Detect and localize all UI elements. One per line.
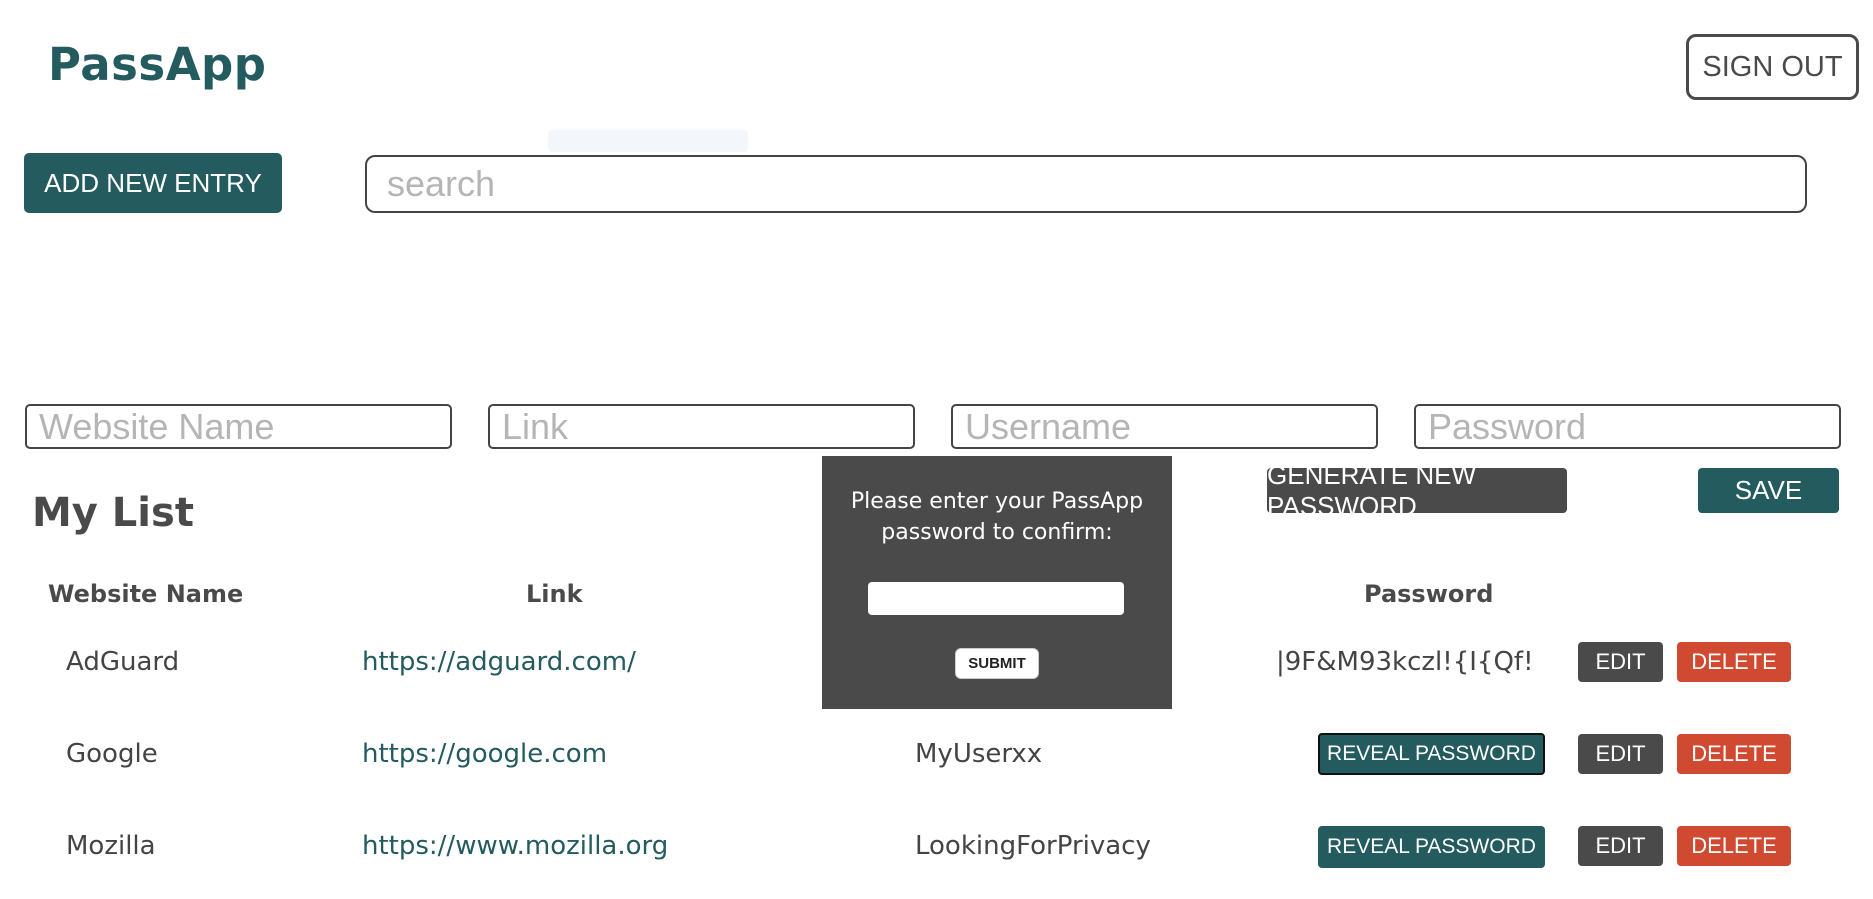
search-input[interactable]	[365, 155, 1807, 213]
delete-button[interactable]: DELETE	[1677, 734, 1791, 774]
website-name-field[interactable]	[25, 404, 452, 449]
confirm-password-modal: Please enter your PassApp password to co…	[822, 456, 1172, 709]
row-username: MyUserxx	[915, 739, 1043, 769]
row-link[interactable]: https://www.mozilla.org	[362, 831, 668, 861]
sign-out-button[interactable]: SIGN OUT	[1686, 34, 1859, 100]
row-password-revealed: |9F&M93kczl!{I{Qf!	[1276, 647, 1534, 677]
reveal-password-button[interactable]: REVEAL PASSWORD	[1318, 826, 1545, 868]
app-title: PassApp	[48, 38, 267, 91]
edit-button[interactable]: EDIT	[1578, 642, 1663, 682]
tooltip-ghost	[548, 130, 748, 152]
modal-message: Please enter your PassApp password to co…	[850, 489, 1144, 545]
reveal-password-button[interactable]: REVEAL PASSWORD	[1318, 733, 1545, 775]
save-button[interactable]: SAVE	[1698, 468, 1839, 513]
column-header-website: Website Name	[48, 580, 244, 608]
row-website: AdGuard	[66, 647, 180, 677]
edit-button[interactable]: EDIT	[1578, 734, 1663, 774]
row-website: Mozilla	[66, 831, 156, 861]
link-field[interactable]	[488, 404, 915, 449]
list-title: My List	[32, 490, 194, 536]
row-link[interactable]: https://google.com	[362, 739, 607, 769]
password-field[interactable]	[1414, 404, 1841, 449]
column-header-link: Link	[526, 580, 583, 608]
add-new-entry-button[interactable]: ADD NEW ENTRY	[24, 153, 282, 213]
delete-button[interactable]: DELETE	[1677, 826, 1791, 866]
username-field[interactable]	[951, 404, 1378, 449]
row-website: Google	[66, 739, 158, 769]
delete-button[interactable]: DELETE	[1677, 642, 1791, 682]
column-header-password: Password	[1364, 580, 1494, 608]
row-username: LookingForPrivacy	[915, 831, 1151, 861]
generate-password-button[interactable]: GENERATE NEW PASSWORD	[1267, 460, 1567, 521]
confirm-password-input[interactable]	[868, 582, 1124, 615]
submit-button[interactable]: SUBMIT	[955, 648, 1039, 679]
edit-button[interactable]: EDIT	[1578, 826, 1663, 866]
row-link[interactable]: https://adguard.com/	[362, 647, 636, 677]
